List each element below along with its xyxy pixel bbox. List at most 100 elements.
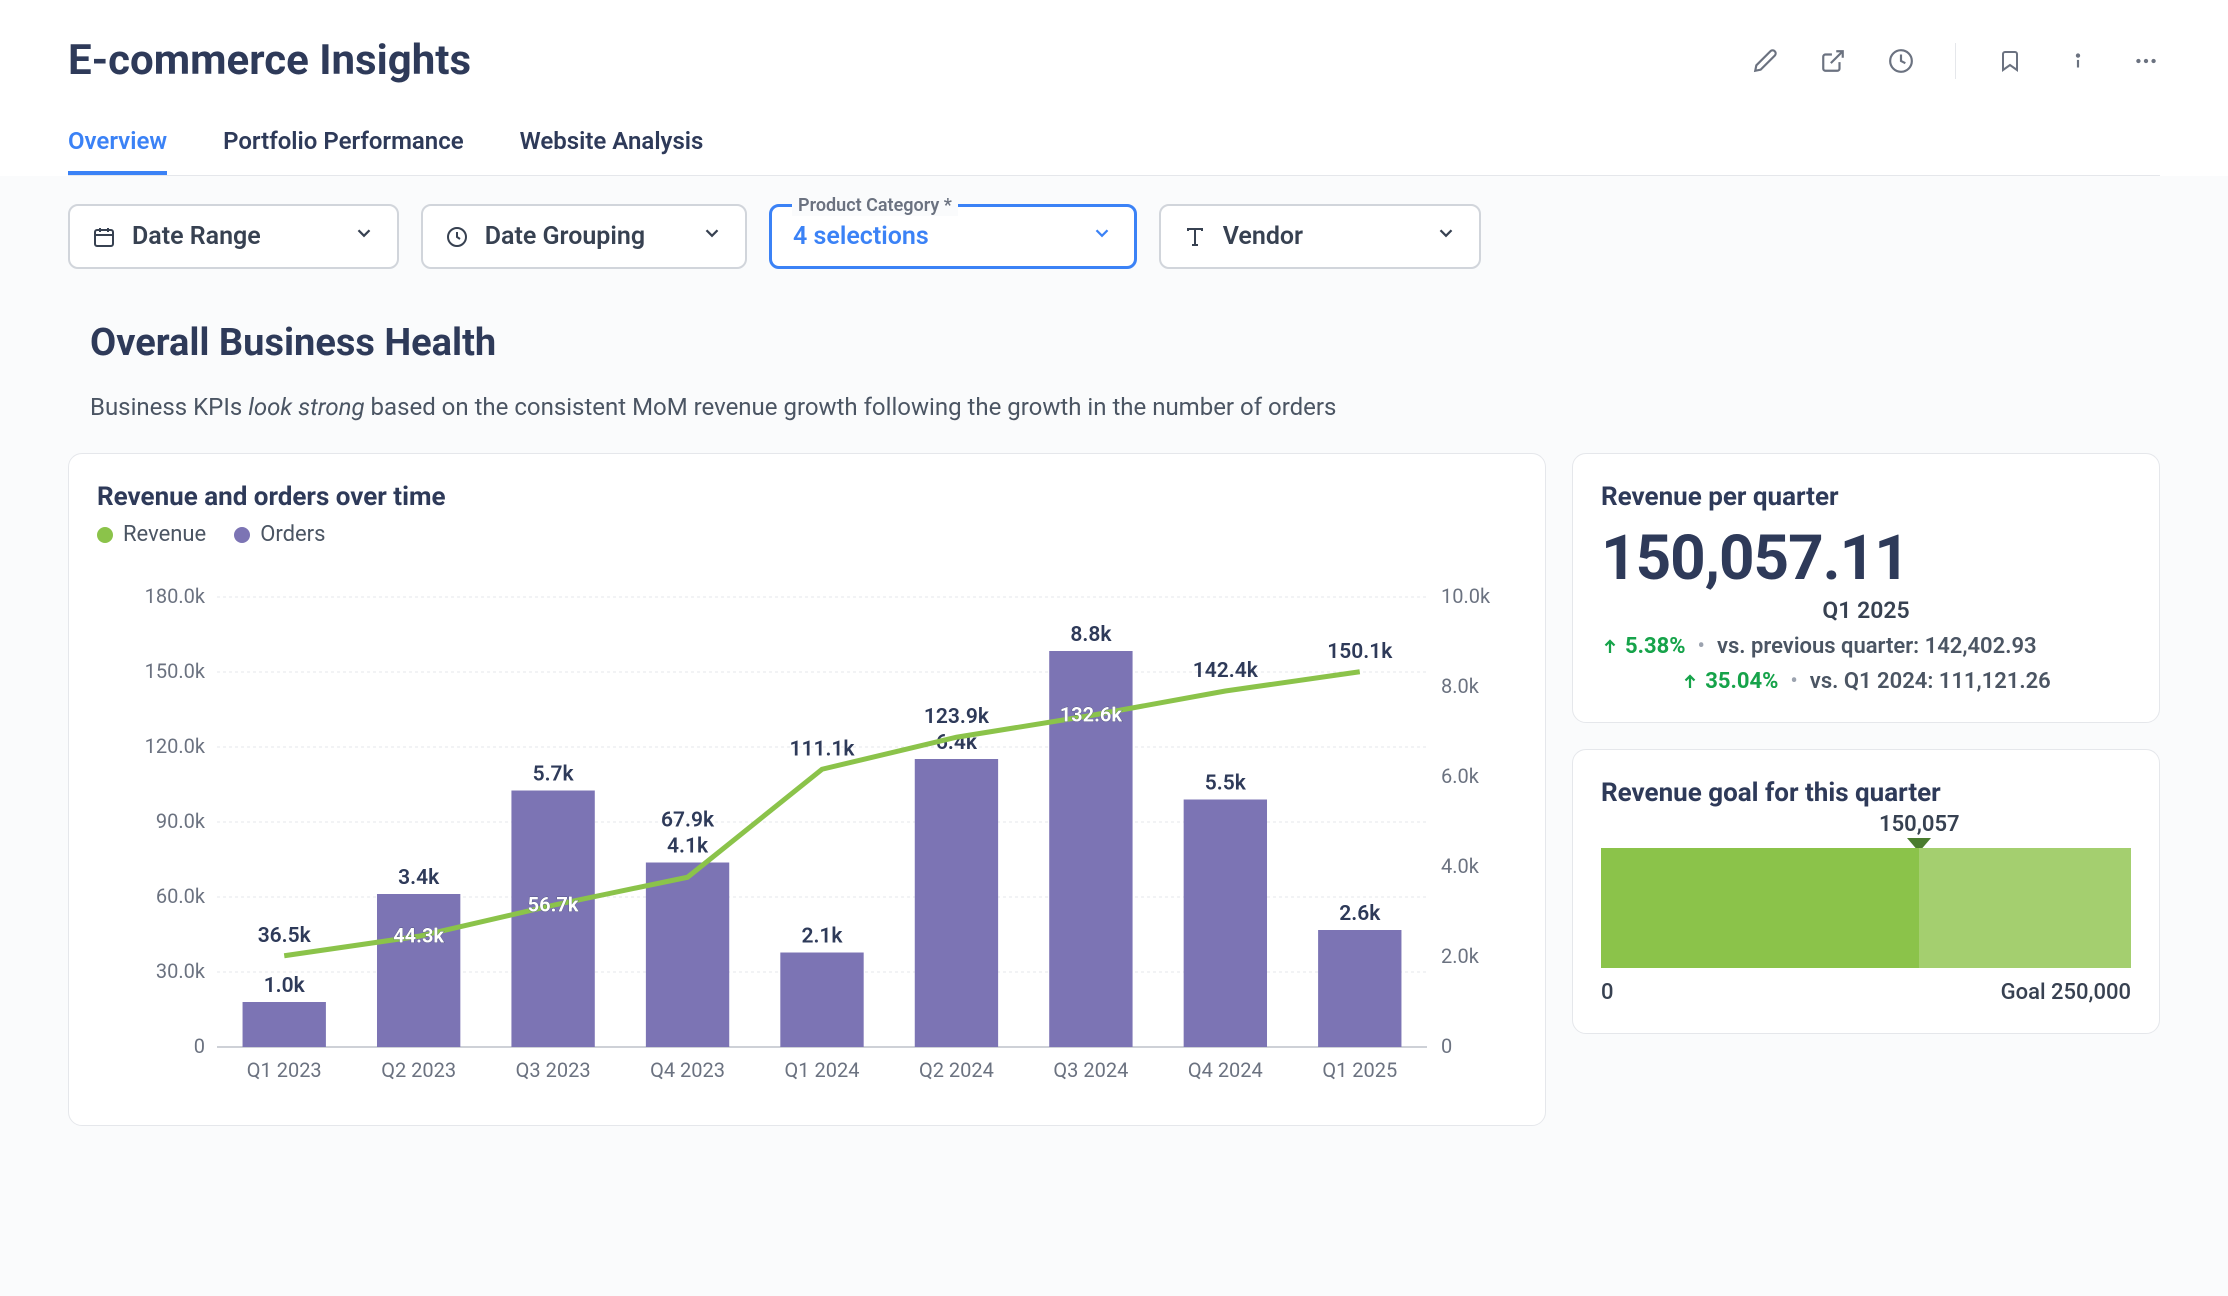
section-title: Overall Business Health (90, 321, 2138, 365)
chevron-down-icon (353, 222, 375, 251)
chart-card: Revenue and orders over time Revenue Ord… (68, 453, 1546, 1126)
filter-date-range[interactable]: Date Range (68, 204, 399, 269)
svg-text:1.0k: 1.0k (264, 974, 306, 998)
svg-text:Q3 2024: Q3 2024 (1053, 1058, 1128, 1082)
svg-text:0: 0 (1441, 1034, 1452, 1058)
tab-overview[interactable]: Overview (68, 127, 167, 175)
filter-vendor[interactable]: Vendor (1159, 204, 1481, 269)
svg-text:123.9k: 123.9k (924, 705, 990, 729)
svg-text:60.0k: 60.0k (156, 884, 206, 908)
svg-text:2.0k: 2.0k (1441, 944, 1480, 968)
svg-text:3.4k: 3.4k (398, 866, 440, 890)
chart-title: Revenue and orders over time (97, 482, 1517, 512)
svg-text:90.0k: 90.0k (156, 809, 206, 833)
svg-text:150.0k: 150.0k (145, 659, 206, 683)
separator (1955, 43, 1956, 79)
svg-text:142.4k: 142.4k (1193, 659, 1259, 683)
filter-label: Vendor (1223, 222, 1303, 251)
tab-website-analysis[interactable]: Website Analysis (520, 127, 704, 175)
svg-text:67.9k: 67.9k (661, 809, 715, 833)
kpi-pct-2: 35.04% (1681, 669, 1778, 694)
external-link-icon[interactable] (1819, 47, 1847, 75)
svg-text:180.0k: 180.0k (145, 584, 206, 608)
calendar-icon (92, 225, 116, 249)
svg-text:36.5k: 36.5k (258, 924, 312, 948)
chevron-down-icon (701, 222, 723, 251)
chart-area: 0 30.0k 60.0k 90.0k 120.0k 150.0k 180.0k 0 2.0k 4… (97, 557, 1517, 1097)
kpi-comparison-2: 35.04% • vs. Q1 2024: 111,121.26 (1601, 669, 2131, 694)
goal-bar (1601, 848, 2131, 968)
legend-orders: Orders (234, 522, 325, 547)
goal-bar-wrap: 150,057 0 Goal 250,000 (1601, 848, 2131, 1005)
svg-text:2.1k: 2.1k (801, 925, 843, 949)
goal-axis-labels: 0 Goal 250,000 (1601, 980, 2131, 1005)
svg-text:44.3k: 44.3k (393, 923, 444, 947)
svg-text:0: 0 (194, 1034, 205, 1058)
filter-floating-label: Product Category * (792, 195, 958, 216)
svg-text:Q1 2023: Q1 2023 (247, 1058, 322, 1082)
goal-target: Goal 250,000 (2001, 980, 2131, 1005)
goal-zero: 0 (1601, 980, 1614, 1005)
filter-label: Date Range (132, 222, 261, 251)
clock-icon[interactable] (1887, 47, 1915, 75)
svg-text:2.6k: 2.6k (1339, 902, 1381, 926)
svg-text:132.6k: 132.6k (1060, 703, 1123, 727)
goal-bar-fill (1601, 848, 1919, 968)
chart-legend: Revenue Orders (97, 522, 1517, 547)
svg-text:111.1k: 111.1k (789, 737, 855, 761)
section-description: Business KPIs look strong based on the c… (90, 393, 2138, 421)
svg-text:4.1k: 4.1k (667, 835, 709, 859)
svg-text:56.7k: 56.7k (528, 892, 579, 916)
header: E-commerce Insights Overview Po (0, 0, 2228, 176)
header-actions (1751, 43, 2160, 79)
svg-text:30.0k: 30.0k (156, 959, 206, 983)
filter-value: 4 selections (793, 222, 929, 251)
chevron-down-icon (1435, 222, 1457, 251)
svg-text:6.0k: 6.0k (1441, 764, 1480, 788)
kpi-title: Revenue per quarter (1601, 482, 2131, 512)
filters: Date Range Date Grouping Product Categor… (0, 176, 2228, 297)
svg-text:Q4 2023: Q4 2023 (650, 1058, 725, 1082)
svg-text:Q3 2023: Q3 2023 (516, 1058, 591, 1082)
legend-dot-orders (234, 527, 250, 543)
legend-dot-revenue (97, 527, 113, 543)
clock-icon (445, 225, 469, 249)
kpi-period: Q1 2025 (1601, 597, 2131, 624)
section-header: Overall Business Health Business KPIs lo… (0, 297, 2228, 421)
side-column: Revenue per quarter 150,057.11 Q1 2025 5… (1572, 453, 2160, 1126)
svg-text:5.7k: 5.7k (533, 763, 575, 787)
page-title: E-commerce Insights (68, 36, 471, 85)
svg-text:Q2 2024: Q2 2024 (919, 1058, 994, 1082)
more-icon[interactable] (2132, 47, 2160, 75)
svg-text:8.8k: 8.8k (1070, 623, 1112, 647)
svg-text:8.0k: 8.0k (1441, 674, 1480, 698)
edit-icon[interactable] (1751, 47, 1779, 75)
goal-title: Revenue goal for this quarter (1601, 778, 2131, 808)
svg-text:Q1 2024: Q1 2024 (785, 1058, 860, 1082)
header-top: E-commerce Insights (68, 36, 2160, 85)
svg-text:10.0k: 10.0k (1441, 584, 1491, 608)
svg-text:Q2 2023: Q2 2023 (381, 1058, 456, 1082)
svg-text:150.1k: 150.1k (1327, 640, 1393, 664)
bookmark-icon[interactable] (1996, 47, 2024, 75)
tab-portfolio-performance[interactable]: Portfolio Performance (223, 127, 464, 175)
chevron-down-icon (1091, 222, 1113, 251)
kpi-value: 150,057.11 (1601, 522, 2131, 595)
goal-card: Revenue goal for this quarter 150,057 0 … (1572, 749, 2160, 1034)
tabs: Overview Portfolio Performance Website A… (68, 127, 2160, 176)
filter-product-category[interactable]: Product Category * 4 selections (769, 204, 1137, 269)
dashboard: Revenue and orders over time Revenue Ord… (0, 421, 2228, 1158)
info-icon[interactable] (2064, 47, 2092, 75)
legend-revenue: Revenue (97, 522, 206, 547)
svg-text:5.5k: 5.5k (1205, 772, 1247, 796)
kpi-comparison-1: 5.38% • vs. previous quarter: 142,402.93 (1601, 634, 2131, 659)
filter-label: Date Grouping (485, 222, 645, 251)
svg-text:120.0k: 120.0k (145, 734, 206, 758)
svg-text:Q1 2025: Q1 2025 (1322, 1058, 1397, 1082)
svg-text:4.0k: 4.0k (1441, 854, 1480, 878)
svg-text:Q4 2024: Q4 2024 (1188, 1058, 1263, 1082)
text-icon (1183, 225, 1207, 249)
kpi-card: Revenue per quarter 150,057.11 Q1 2025 5… (1572, 453, 2160, 723)
filter-date-grouping[interactable]: Date Grouping (421, 204, 747, 269)
combo-chart: 0 30.0k 60.0k 90.0k 120.0k 150.0k 180.0k 0 2.0k 4… (97, 557, 1517, 1097)
